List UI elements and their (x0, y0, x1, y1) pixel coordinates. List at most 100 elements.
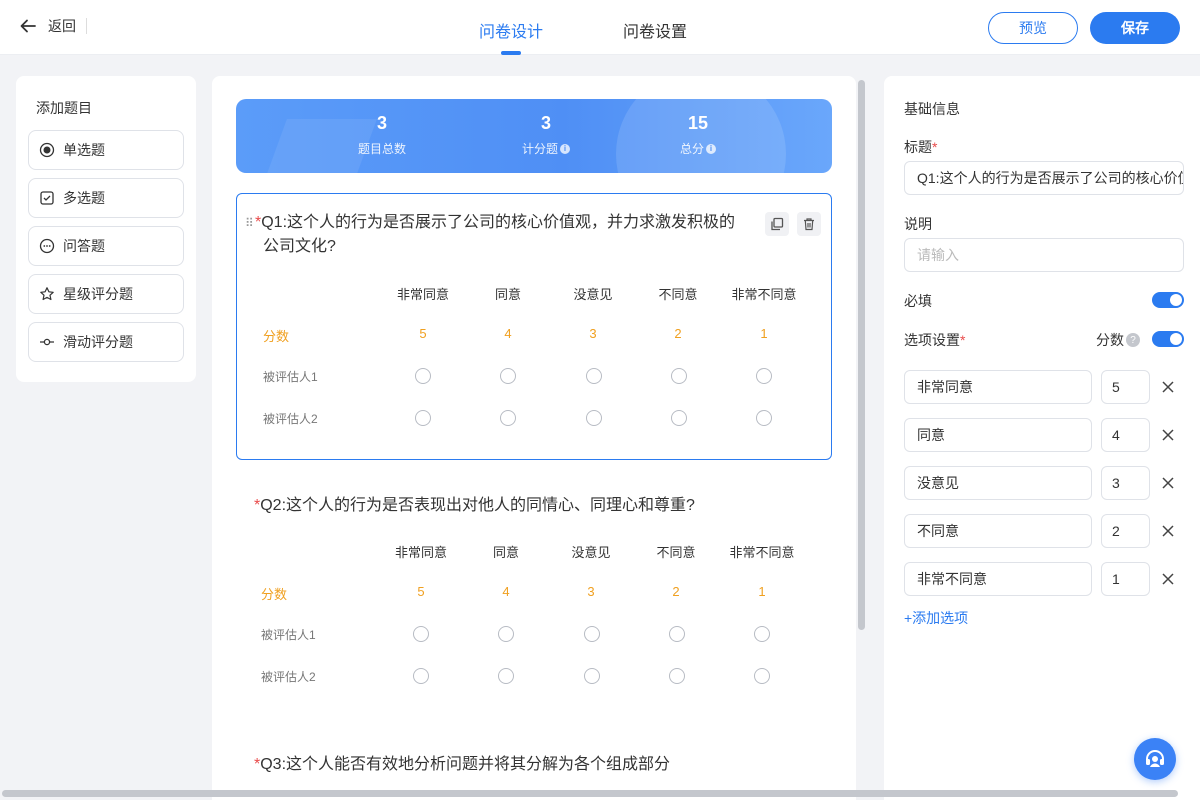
title-input[interactable]: Q1:这个人的行为是否展示了公司的核心价值观，并力求激发积极的公司文化? (904, 161, 1184, 195)
remove-option-button[interactable] (1160, 475, 1176, 491)
remove-option-button[interactable] (1160, 427, 1176, 443)
radio-option[interactable] (415, 368, 431, 384)
radio-option[interactable] (669, 626, 685, 642)
option-header: 非常同意 (396, 287, 449, 302)
active-tab-indicator (501, 51, 521, 55)
score-label: 分数 (261, 587, 288, 602)
radio-option[interactable] (756, 410, 772, 426)
radio-option[interactable] (498, 626, 514, 642)
vertical-scrollbar[interactable] (858, 80, 865, 630)
option-score-input[interactable]: 1 (1101, 562, 1150, 596)
option-header: 没意见 (573, 287, 613, 302)
headset-icon (1146, 750, 1164, 767)
radio-option[interactable] (586, 410, 602, 426)
close-icon (1162, 429, 1174, 441)
stat-value: 15 (687, 113, 709, 133)
radio-option[interactable] (500, 410, 516, 426)
back-button[interactable]: 返回 (18, 16, 87, 36)
option-score: 1 (760, 326, 768, 341)
radio-option[interactable] (671, 368, 687, 384)
radio-option[interactable] (754, 626, 770, 642)
description-input[interactable]: 请输入 (904, 238, 1184, 272)
close-icon (1162, 381, 1174, 393)
radio-icon (39, 142, 55, 158)
radio-option[interactable] (413, 626, 429, 642)
radio-option[interactable] (584, 626, 600, 642)
radio-option[interactable] (671, 410, 687, 426)
radio-option[interactable] (500, 368, 516, 384)
field-label: 标题 (904, 139, 932, 155)
question-card-q1[interactable]: ⠿ *Q1:这个人的行为是否展示了公司的核心价值观，并力求激发积极的 公司文化?… (236, 193, 832, 460)
option-score: 2 (672, 584, 680, 599)
radio-option[interactable] (413, 668, 429, 684)
remove-option-button[interactable] (1160, 379, 1176, 395)
add-single-choice-button[interactable]: 单选题 (28, 130, 184, 170)
option-score: 1 (758, 584, 766, 599)
help-icon[interactable]: ? (1126, 333, 1140, 347)
star-icon (39, 286, 55, 302)
required-mark: * (960, 332, 966, 348)
question-type-panel: 添加题目 单选题 多选题 问答题 星级评分题 滑动评分题 (16, 76, 196, 382)
option-score-input[interactable]: 5 (1101, 370, 1150, 404)
question-type-label: 多选题 (63, 190, 105, 206)
add-multiple-choice-button[interactable]: 多选题 (28, 178, 184, 218)
radio-option[interactable] (584, 668, 600, 684)
option-score-input[interactable]: 3 (1101, 466, 1150, 500)
remove-option-button[interactable] (1160, 523, 1176, 539)
radio-option[interactable] (669, 668, 685, 684)
add-option-button[interactable]: +添加选项 (904, 608, 968, 628)
option-header: 没意见 (571, 545, 611, 560)
required-mark: * (932, 139, 938, 155)
row-label: 被评估人1 (263, 370, 318, 384)
radio-option[interactable] (756, 368, 772, 384)
save-button[interactable]: 保存 (1090, 12, 1180, 44)
add-qa-button[interactable]: 问答题 (28, 226, 184, 266)
question-type-label: 滑动评分题 (63, 334, 133, 350)
score-toggle-label: 分数? (1096, 330, 1140, 350)
option-name-input[interactable]: 非常同意 (904, 370, 1092, 404)
remove-option-button[interactable] (1160, 571, 1176, 587)
stat-label: 计分题 (521, 142, 558, 156)
option-header: 不同意 (658, 287, 698, 302)
matrix-table: 非常同意 同意 没意见 不同意 非常不同意 分数 5 4 3 2 1 被评估人1… (237, 194, 833, 461)
required-label: 必填 (904, 293, 932, 309)
radio-option[interactable] (586, 368, 602, 384)
add-slider-rating-button[interactable]: 滑动评分题 (28, 322, 184, 362)
field-label: 选项设置 (904, 332, 960, 348)
option-name-input[interactable]: 非常不同意 (904, 562, 1092, 596)
info-icon[interactable]: i (560, 143, 570, 154)
preview-button[interactable]: 预览 (988, 12, 1078, 44)
question-title-text: Q3:这个人能否有效地分析问题并将其分解为各个组成部分 (260, 756, 671, 773)
stat-total-questions: 3 题目总数 (322, 113, 442, 157)
close-icon (1162, 573, 1174, 585)
stats-banner: 3 题目总数 3 计分题 i 15 总分 i (236, 99, 832, 173)
option-score: 5 (419, 326, 427, 341)
checkbox-icon (39, 190, 55, 206)
stat-label: 题目总数 (357, 142, 406, 156)
option-score: 3 (587, 584, 595, 599)
option-name-input[interactable]: 同意 (904, 418, 1092, 452)
option-score-input[interactable]: 2 (1101, 514, 1150, 548)
option-name-input[interactable]: 不同意 (904, 514, 1092, 548)
option-score-input[interactable]: 4 (1101, 418, 1150, 452)
tab-survey-settings[interactable]: 问卷设置 (623, 18, 687, 42)
arrow-left-icon (20, 19, 36, 33)
question-card-q2[interactable]: *Q2:这个人的行为是否表现出对他人的同情心、同理心和尊重? 非常同意 同意 没… (236, 488, 832, 748)
score-toggle[interactable] (1152, 331, 1184, 347)
question-settings-panel: 基础信息 标题* Q1:这个人的行为是否展示了公司的核心价值观，并力求激发积极的… (884, 76, 1200, 800)
option-header: 同意 (494, 287, 521, 302)
info-icon[interactable]: i (706, 143, 716, 154)
field-label: 分数 (1096, 332, 1124, 348)
close-icon (1162, 525, 1174, 537)
customer-service-button[interactable] (1134, 738, 1176, 780)
required-toggle[interactable] (1152, 292, 1184, 308)
horizontal-scrollbar[interactable] (2, 790, 1178, 797)
radio-option[interactable] (498, 668, 514, 684)
add-star-rating-button[interactable]: 星级评分题 (28, 274, 184, 314)
option-score: 3 (589, 326, 597, 341)
radio-option[interactable] (754, 668, 770, 684)
tab-survey-design[interactable]: 问卷设计 (479, 18, 543, 42)
question-type-label: 单选题 (63, 142, 105, 158)
radio-option[interactable] (415, 410, 431, 426)
option-name-input[interactable]: 没意见 (904, 466, 1092, 500)
